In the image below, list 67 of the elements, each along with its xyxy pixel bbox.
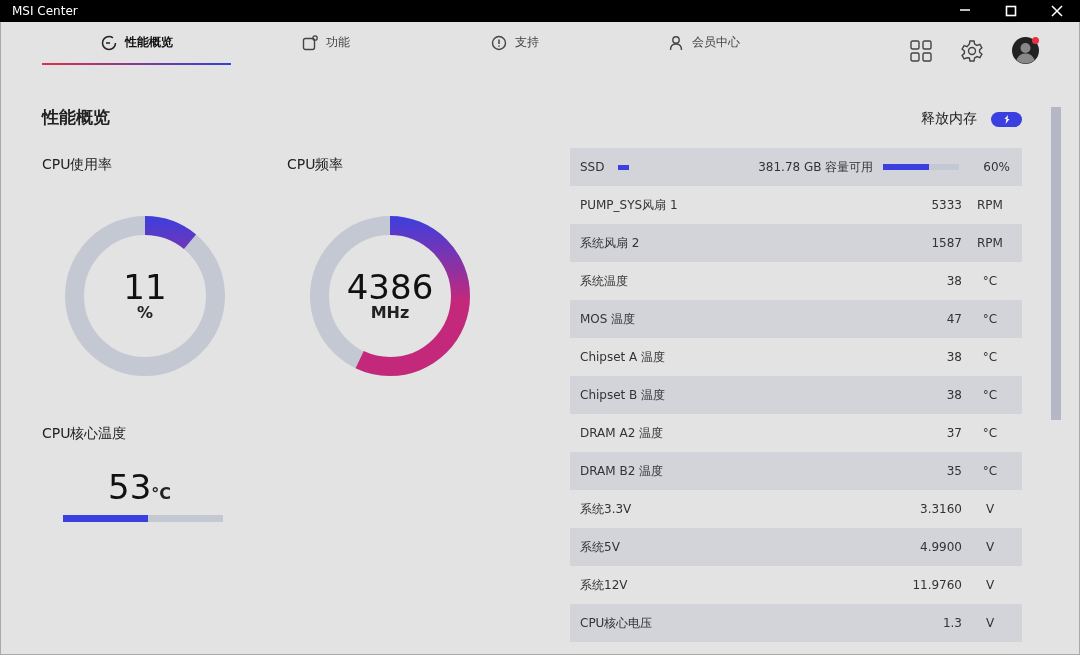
gauge-icon (100, 34, 117, 51)
sensor-value: 38 (946, 274, 962, 288)
sensor-name: Chipset A 温度 (580, 348, 667, 366)
sensor-name: 系统5V (580, 538, 621, 556)
sensor-value: 35 (946, 464, 962, 478)
sensor-unit: V (984, 578, 996, 592)
sensor-unit: °C (981, 312, 999, 326)
maximize-button[interactable] (1005, 5, 1017, 17)
gauge-label: CPU使用率 (42, 156, 114, 174)
sensor-unit: V (984, 540, 996, 554)
release-memory-button[interactable] (991, 111, 1022, 127)
sensor-value: 1587 (931, 236, 962, 250)
sensor-name: CPU核心电压 (580, 614, 654, 632)
close-button[interactable] (1051, 5, 1063, 17)
sensor-name: DRAM A2 温度 (580, 424, 665, 442)
nav-tab[interactable]: 支持 (420, 22, 609, 65)
temperature-unit: °C (151, 484, 171, 503)
sensor-value: 37 (946, 426, 962, 440)
sensor-unit: RPM (976, 198, 1004, 212)
settings-button[interactable] (960, 38, 984, 63)
page-title: 性能概览 (42, 106, 111, 129)
sensor-name: 系统风扇 2 (580, 234, 641, 252)
nav-tab[interactable]: 性能概览 (42, 22, 231, 65)
person-icon (667, 34, 684, 51)
sensor-unit: °C (981, 388, 999, 402)
sensor-name: Chipset B 温度 (580, 386, 667, 404)
sensor-name: 系统12V (580, 576, 629, 594)
sensor-value: 11.9760 (912, 578, 962, 592)
sensor-unit: °C (981, 464, 999, 478)
sensor-value: 3.3160 (920, 502, 962, 516)
gauge-value: 11 (123, 270, 167, 304)
alert-bubble-icon (490, 34, 507, 51)
temperature-label: CPU核心温度 (42, 425, 128, 443)
nav-tab[interactable]: 会员中心 (609, 22, 798, 65)
nav-tab[interactable]: 功能 (231, 22, 420, 65)
gauge-label: CPU频率 (287, 156, 345, 174)
gauge-unit: % (137, 304, 153, 322)
storage-free-text: 381.78 GB 容量可用 (758, 158, 874, 176)
sensor-value: 38 (946, 350, 962, 364)
window-title: MSI Center (12, 4, 79, 18)
sensor-value: 38 (946, 388, 962, 402)
scrollbar[interactable] (1051, 107, 1061, 420)
sensor-value: 1.3 (942, 616, 962, 630)
sensor-name: PUMP_SYS风扇 1 (580, 196, 679, 214)
apps-button[interactable] (910, 39, 932, 62)
temperature-value: 53 (108, 467, 152, 507)
sensor-unit: °C (981, 274, 999, 288)
storage-indicator (618, 164, 630, 170)
sensor-unit: V (984, 502, 996, 516)
sensor-name: SSD (580, 160, 605, 174)
sensor-value: 5333 (931, 198, 962, 212)
sensor-unit: °C (981, 350, 999, 364)
sensor-name: DRAM B2 温度 (580, 462, 665, 480)
avatar-button[interactable] (1012, 37, 1039, 64)
sensor-value: 4.9900 (920, 540, 962, 554)
sensor-unit: °C (981, 426, 999, 440)
sensor-unit: V (984, 616, 996, 630)
gauge-unit: MHz (370, 304, 410, 322)
sensor-name: 系统3.3V (580, 500, 633, 518)
release-memory-label: 释放内存 (921, 110, 977, 128)
sensor-unit: RPM (976, 236, 1004, 250)
sensor-value: 47 (946, 312, 962, 326)
gauge-value: 4386 (346, 270, 434, 304)
sensor-name: MOS 温度 (580, 310, 637, 328)
sensor-name: 系统温度 (580, 272, 629, 290)
lightning-icon (1002, 114, 1011, 124)
storage-percent: 60% (983, 160, 1010, 174)
